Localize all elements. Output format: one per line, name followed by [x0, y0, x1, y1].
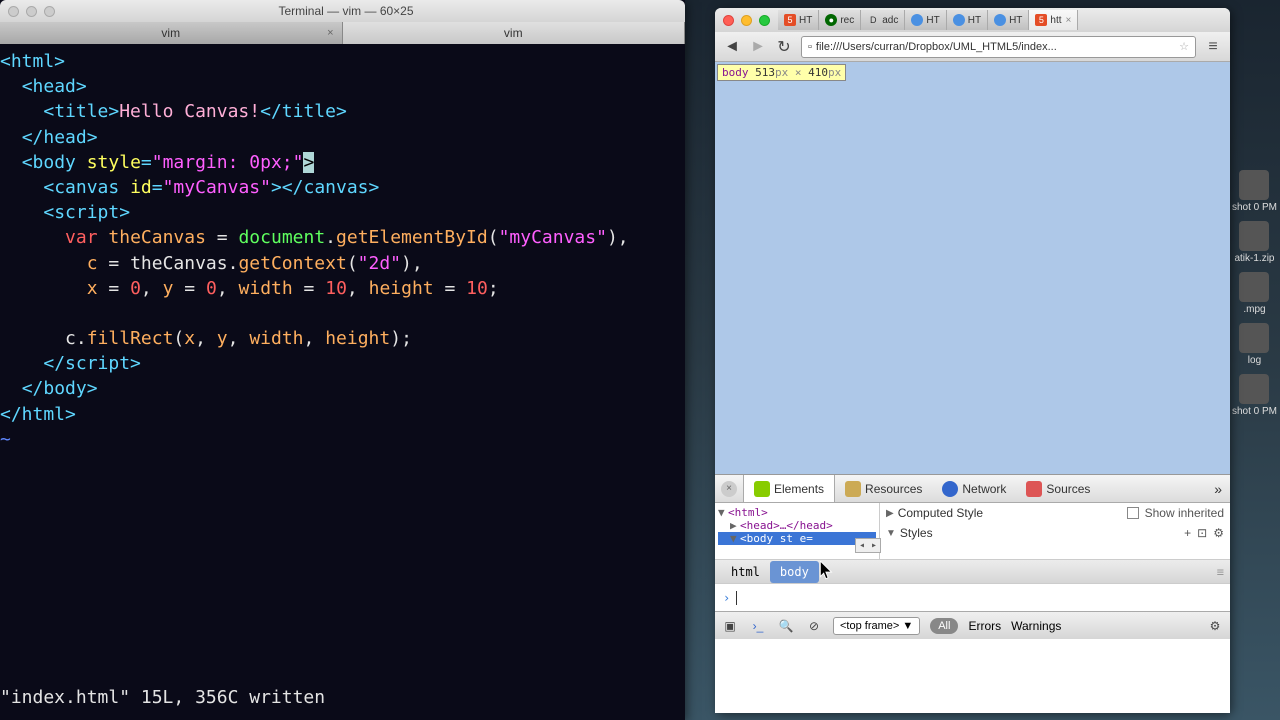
- desktop-file[interactable]: log: [1232, 323, 1277, 366]
- add-rule-icon[interactable]: +: [1184, 526, 1191, 540]
- desktop-file[interactable]: shot 0 PM: [1232, 170, 1277, 213]
- terminal-tab[interactable]: vim: [343, 22, 686, 44]
- page-viewport[interactable]: body 513px × 410px: [715, 62, 1230, 474]
- devtools-tab-sources[interactable]: Sources: [1016, 475, 1100, 502]
- settings-button[interactable]: ≡: [1204, 38, 1222, 56]
- element-dimension-tooltip: body 513px × 410px: [717, 64, 846, 81]
- breadcrumb-item[interactable]: html: [721, 561, 770, 583]
- dock-button[interactable]: ▣: [721, 617, 739, 635]
- desktop-icons-area: shot 0 PM atik-1.zip .mpg log shot 0 PM: [1232, 170, 1277, 425]
- close-tab-icon[interactable]: ×: [327, 27, 333, 39]
- filter-all-button[interactable]: All: [930, 618, 958, 634]
- desktop-file[interactable]: atik-1.zip: [1232, 221, 1277, 264]
- browser-tab[interactable]: Dadc: [861, 10, 905, 30]
- browser-window: 5HT ●rec Dadc HT HT HT 5htt× ◄ ► ↻ ▫ fil…: [715, 8, 1230, 713]
- url-input[interactable]: ▫ file:///Users/curran/Dropbox/UML_HTML5…: [801, 36, 1196, 58]
- devtools-panel: × Elements Resources Network Sources » ▼…: [715, 474, 1230, 713]
- maximize-button[interactable]: [44, 6, 55, 17]
- devtools-toolbar: × Elements Resources Network Sources »: [715, 475, 1230, 503]
- favicon-icon: ●: [825, 14, 837, 26]
- disclosure-arrow-icon[interactable]: ▼: [886, 528, 896, 539]
- console-toggle-button[interactable]: ›_: [749, 617, 767, 635]
- devtools-body: ▼<html> ▶<head>…</head> ▼<body st e= ▶Co…: [715, 503, 1230, 559]
- settings-gear-icon[interactable]: ⚙: [1213, 526, 1224, 540]
- browser-tab[interactable]: HT: [905, 10, 946, 30]
- devtools-tab-network[interactable]: Network: [932, 475, 1016, 502]
- browser-tab[interactable]: HT: [988, 10, 1029, 30]
- close-button[interactable]: [8, 6, 19, 17]
- disclosure-arrow-icon[interactable]: ▶: [886, 508, 894, 519]
- close-button[interactable]: [723, 15, 734, 26]
- devtools-footer: ▣ ›_ 🔍 ⊘ <top frame>▼ All Errors Warning…: [715, 611, 1230, 639]
- terminal-titlebar[interactable]: Terminal — vim — 60×25: [0, 0, 685, 22]
- terminal-content[interactable]: <html> <head> <title>Hello Canvas!</titl…: [0, 44, 685, 720]
- close-tab-icon[interactable]: ×: [1066, 15, 1072, 26]
- elements-icon: [754, 481, 770, 497]
- console-input[interactable]: ›: [715, 583, 1230, 611]
- back-button[interactable]: ◄: [723, 38, 741, 56]
- desktop-file[interactable]: .mpg: [1232, 272, 1277, 315]
- favicon-icon: D: [867, 14, 879, 26]
- browser-titlebar[interactable]: 5HT ●rec Dadc HT HT HT 5htt×: [715, 8, 1230, 32]
- reload-button[interactable]: ↻: [775, 38, 793, 56]
- settings-gear-icon[interactable]: ⚙: [1206, 617, 1224, 635]
- globe-icon: [994, 14, 1006, 26]
- bookmark-star-icon[interactable]: ☆: [1179, 40, 1189, 53]
- browser-tab[interactable]: 5htt×: [1029, 10, 1078, 30]
- browser-tabs: 5HT ●rec Dadc HT HT HT 5htt×: [778, 10, 1222, 30]
- terminal-window: Terminal — vim — 60×25 vim× vim <html> <…: [0, 0, 685, 720]
- breadcrumb: ◂ ▸ html body ≡: [715, 559, 1230, 583]
- tree-scroll-controls[interactable]: ◂ ▸: [855, 538, 881, 553]
- browser-tab[interactable]: HT: [947, 10, 988, 30]
- browser-tab[interactable]: ●rec: [819, 10, 861, 30]
- page-icon: ▫: [808, 41, 812, 53]
- resources-icon: [845, 481, 861, 497]
- network-icon: [942, 481, 958, 497]
- show-inherited-checkbox[interactable]: [1127, 507, 1139, 519]
- close-devtools-button[interactable]: ×: [721, 481, 737, 497]
- terminal-tab[interactable]: vim×: [0, 22, 343, 44]
- globe-icon: [953, 14, 965, 26]
- sources-icon: [1026, 481, 1042, 497]
- html5-icon: 5: [1035, 14, 1047, 26]
- filter-warnings-button[interactable]: Warnings: [1011, 619, 1061, 633]
- devtools-overflow-button[interactable]: »: [1206, 481, 1230, 497]
- drawer-handle-icon[interactable]: ≡: [1217, 565, 1224, 579]
- maximize-button[interactable]: [759, 15, 770, 26]
- styles-panel[interactable]: ▶Computed Style Show inherited ▼Styles +…: [880, 503, 1230, 559]
- filter-errors-button[interactable]: Errors: [968, 619, 1001, 633]
- traffic-lights: [8, 6, 55, 17]
- browser-toolbar: ◄ ► ↻ ▫ file:///Users/curran/Dropbox/UML…: [715, 32, 1230, 62]
- clear-icon[interactable]: ⊘: [805, 617, 823, 635]
- vim-status-line: "index.html" 15L, 356C written: [0, 685, 325, 710]
- breadcrumb-item[interactable]: body: [770, 561, 819, 583]
- browser-tab[interactable]: 5HT: [778, 10, 819, 30]
- terminal-tab-bar: vim× vim: [0, 22, 685, 44]
- frame-selector[interactable]: <top frame>▼: [833, 617, 920, 635]
- minimize-button[interactable]: [26, 6, 37, 17]
- mouse-cursor-icon: [820, 561, 834, 581]
- terminal-title: Terminal — vim — 60×25: [55, 4, 637, 18]
- forward-button[interactable]: ►: [749, 38, 767, 56]
- toggle-state-icon[interactable]: ⊡: [1197, 526, 1207, 540]
- globe-icon: [911, 14, 923, 26]
- html5-icon: 5: [784, 14, 796, 26]
- inspect-icon[interactable]: 🔍: [777, 617, 795, 635]
- desktop-file[interactable]: shot 0 PM: [1232, 374, 1277, 417]
- minimize-button[interactable]: [741, 15, 752, 26]
- devtools-tab-resources[interactable]: Resources: [835, 475, 932, 502]
- devtools-tab-elements[interactable]: Elements: [743, 475, 835, 502]
